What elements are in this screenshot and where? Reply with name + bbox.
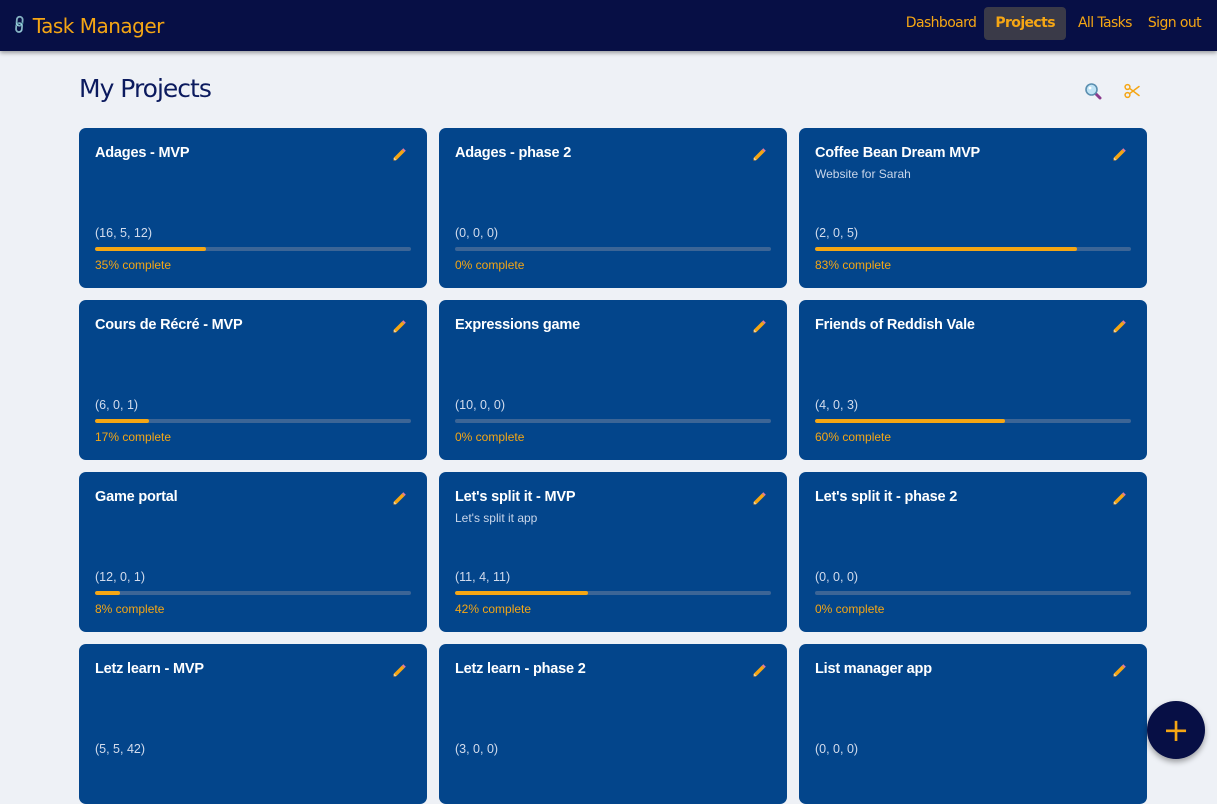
progress-label: 0% complete <box>455 258 525 272</box>
progress-bar <box>455 591 771 595</box>
search-icon[interactable] <box>1082 80 1104 102</box>
project-task-counts: (10, 0, 0) <box>455 398 506 412</box>
progress-bar-fill <box>815 419 1005 423</box>
progress-bar <box>815 419 1131 423</box>
project-description: Let's split it app <box>455 511 538 525</box>
project-card[interactable]: Let's split it - phase 2 (0, 0, 0) 0% co… <box>799 472 1147 632</box>
project-card[interactable]: Letz learn - MVP (5, 5, 42) <box>79 644 427 804</box>
project-card[interactable]: Adages - MVP (16, 5, 12) 35% complete <box>79 128 427 288</box>
brand[interactable]: 🔗 Task Manager <box>9 0 165 51</box>
page-title: My Projects <box>79 74 212 103</box>
project-card[interactable]: Adages - phase 2 (0, 0, 0) 0% complete <box>439 128 787 288</box>
scissors-icon[interactable] <box>1121 80 1143 102</box>
pencil-icon[interactable] <box>391 147 407 163</box>
progress-bar-fill <box>815 247 1078 251</box>
progress-label: 8% complete <box>95 602 165 616</box>
pencil-icon[interactable] <box>1111 491 1127 507</box>
pencil-icon[interactable] <box>751 663 767 679</box>
progress-label: 0% complete <box>455 430 525 444</box>
project-card[interactable]: List manager app (0, 0, 0) <box>799 644 1147 804</box>
nav-dashboard[interactable]: Dashboard <box>898 7 985 40</box>
project-title: List manager app <box>815 661 932 677</box>
progress-bar <box>815 247 1131 251</box>
progress-label: 83% complete <box>815 258 892 272</box>
progress-bar-fill <box>95 419 149 423</box>
project-task-counts: (12, 0, 1) <box>95 570 146 584</box>
project-task-counts: (16, 5, 12) <box>95 226 152 240</box>
project-card[interactable]: Coffee Bean Dream MVP Website for Sarah … <box>799 128 1147 288</box>
progress-bar <box>95 247 411 251</box>
project-task-counts: (0, 0, 0) <box>455 226 499 240</box>
add-project-button[interactable]: + <box>1147 701 1205 759</box>
project-task-counts: (11, 4, 11) <box>455 570 511 584</box>
pencil-icon[interactable] <box>751 147 767 163</box>
progress-bar <box>95 419 411 423</box>
project-card[interactable]: Friends of Reddish Vale (4, 0, 3) 60% co… <box>799 300 1147 460</box>
progress-label: 0% complete <box>815 602 885 616</box>
progress-bar <box>455 247 771 251</box>
project-title: Coffee Bean Dream MVP <box>815 145 981 161</box>
project-title: Letz learn - phase 2 <box>455 661 586 677</box>
progress-label: 17% complete <box>95 430 172 444</box>
progress-label: 35% complete <box>95 258 172 272</box>
plus-icon: + <box>1162 711 1190 749</box>
project-task-counts: (2, 0, 5) <box>815 226 859 240</box>
pencil-icon[interactable] <box>1111 319 1127 335</box>
project-card[interactable]: Let's split it - MVP Let's split it app … <box>439 472 787 632</box>
project-title: Game portal <box>95 489 178 505</box>
progress-bar <box>95 591 411 595</box>
nav-all-tasks[interactable]: All Tasks <box>1070 7 1140 40</box>
progress-bar-fill <box>95 591 121 595</box>
pencil-icon[interactable] <box>391 491 407 507</box>
project-title: Expressions game <box>455 317 580 333</box>
project-title: Cours de Récré - MVP <box>95 317 243 333</box>
project-title: Letz learn - MVP <box>95 661 204 677</box>
progress-label: 42% complete <box>455 602 532 616</box>
pencil-icon[interactable] <box>1111 663 1127 679</box>
project-card[interactable]: Game portal (12, 0, 1) 8% complete <box>79 472 427 632</box>
project-task-counts: (4, 0, 3) <box>815 398 859 412</box>
project-title: Adages - MVP <box>95 145 190 161</box>
app-title: Task Manager <box>32 13 165 38</box>
progress-bar <box>815 591 1131 595</box>
project-task-counts: (0, 0, 0) <box>815 742 859 756</box>
project-card[interactable]: Cours de Récré - MVP (6, 0, 1) 17% compl… <box>79 300 427 460</box>
project-card[interactable]: Expressions game (10, 0, 0) 0% complete <box>439 300 787 460</box>
progress-label: 60% complete <box>815 430 892 444</box>
link-icon: 🔗 <box>9 14 31 37</box>
pencil-icon[interactable] <box>1111 147 1127 163</box>
progress-bar-fill <box>95 247 206 251</box>
project-card[interactable]: Letz learn - phase 2 (3, 0, 0) <box>439 644 787 804</box>
project-title: Let's split it - MVP <box>455 489 576 505</box>
project-title: Friends of Reddish Vale <box>815 317 975 333</box>
project-task-counts: (6, 0, 1) <box>95 398 139 412</box>
project-description: Website for Sarah <box>815 167 911 181</box>
pencil-icon[interactable] <box>751 319 767 335</box>
project-grid: Adages - MVP (16, 5, 12) 35% complete Ad… <box>79 128 1147 804</box>
pencil-icon[interactable] <box>751 491 767 507</box>
project-title: Let's split it - phase 2 <box>815 489 958 505</box>
pencil-icon[interactable] <box>391 319 407 335</box>
nav-sign-out[interactable]: Sign out <box>1140 7 1209 40</box>
project-title: Adages - phase 2 <box>455 145 572 161</box>
nav-projects[interactable]: Projects <box>984 7 1066 40</box>
top-navbar: 🔗 Task Manager Dashboard Projects All Ta… <box>0 0 1217 51</box>
pencil-icon[interactable] <box>391 663 407 679</box>
main-nav: Dashboard Projects All Tasks Sign out <box>898 7 1209 40</box>
project-task-counts: (3, 0, 0) <box>455 742 499 756</box>
progress-bar-fill <box>455 591 588 595</box>
progress-bar <box>455 419 771 423</box>
project-task-counts: (5, 5, 42) <box>95 742 146 756</box>
project-task-counts: (0, 0, 0) <box>815 570 859 584</box>
